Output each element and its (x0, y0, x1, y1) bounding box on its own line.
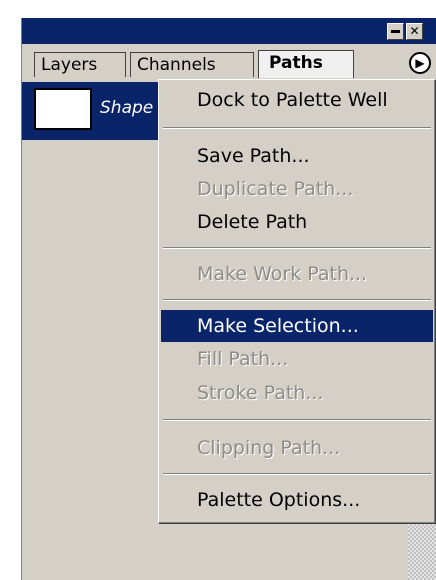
tab-label: Layers (41, 55, 98, 75)
menu-item-stroke-path: Stroke Path... (197, 382, 324, 404)
close-icon: ✕ (409, 24, 420, 38)
tab-label: Channels (137, 55, 216, 75)
path-name: Shape (100, 98, 154, 118)
menu-item-make-selection[interactable]: Make Selection... (161, 310, 433, 342)
menu-item-duplicate-path: Duplicate Path... (197, 178, 354, 200)
menu-item-clipping-path: Clipping Path... (197, 437, 341, 459)
path-list-item[interactable]: Shape (22, 82, 162, 140)
menu-separator (163, 247, 431, 249)
menu-item-make-work-path: Make Work Path... (197, 263, 368, 285)
palette-tabstrip: Layers Channels Paths ▶ (22, 44, 436, 82)
menu-item-palette-options[interactable]: Palette Options... (161, 484, 433, 516)
menu-separator (163, 419, 431, 421)
palette-menu-button[interactable]: ▶ (409, 52, 431, 74)
tab-layers[interactable]: Layers (34, 52, 126, 77)
tab-paths[interactable]: Paths (258, 50, 354, 78)
menu-separator (163, 127, 431, 129)
palette-titlebar[interactable]: ✕ (22, 18, 436, 44)
close-button[interactable]: ✕ (406, 23, 423, 40)
palette-context-menu: Dock to Palette Well Save Path... Duplic… (158, 79, 436, 524)
minimize-icon (391, 30, 400, 33)
menu-item-dock-to-palette-well[interactable]: Dock to Palette Well (161, 84, 433, 116)
resize-grip[interactable] (408, 520, 436, 580)
menu-item-delete-path[interactable]: Delete Path (161, 206, 433, 238)
menu-item-save-path[interactable]: Save Path... (161, 140, 433, 172)
tab-channels[interactable]: Channels (130, 52, 254, 77)
play-arrow-icon: ▶ (415, 56, 425, 70)
minimize-button[interactable] (387, 23, 404, 40)
tab-label: Paths (269, 53, 323, 73)
path-thumbnail (34, 88, 92, 130)
menu-item-fill-path: Fill Path... (197, 348, 289, 370)
menu-separator (163, 473, 431, 475)
menu-separator (163, 299, 431, 301)
